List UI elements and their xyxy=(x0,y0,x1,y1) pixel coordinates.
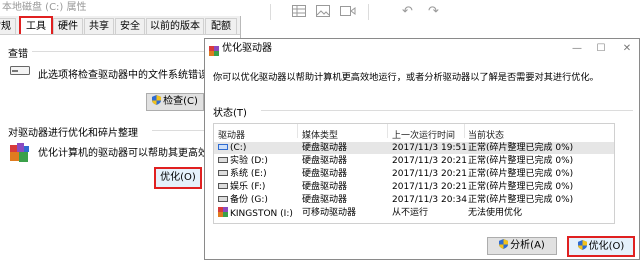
drive-name-text: (C:) xyxy=(230,143,247,153)
media-type: 硬盘驱动器 xyxy=(302,169,348,179)
last-run: 从不运行 xyxy=(392,208,429,218)
removable-drive-icon xyxy=(218,207,228,217)
last-run: 2017/11/3 20:21 xyxy=(392,182,467,192)
current-status: 无法使用优化 xyxy=(468,208,523,218)
tab-security[interactable]: 安全 xyxy=(115,18,145,34)
table-row[interactable]: 娱乐 (F:) 硬盘驱动器 2017/11/3 20:21 正常(碎片整理已完成… xyxy=(214,181,614,193)
video-icon[interactable] xyxy=(340,5,356,21)
column-header-last-run[interactable]: 上一次运行时间 xyxy=(392,128,455,141)
toolbar-divider xyxy=(270,4,271,20)
current-status: 正常(碎片整理已完成 0%) xyxy=(468,156,574,166)
last-run: 2017/11/3 19:51 xyxy=(392,143,467,153)
media-type: 硬盘驱动器 xyxy=(302,182,348,192)
table-row[interactable]: 备份 (G:) 硬盘驱动器 2017/11/3 20:34 正常(碎片整理已完成… xyxy=(214,194,614,206)
status-divider xyxy=(261,110,633,111)
last-run: 2017/11/3 20:21 xyxy=(392,169,467,179)
minimize-icon[interactable]: — xyxy=(569,42,585,56)
shield-icon xyxy=(152,95,162,105)
optimize-button[interactable]: 优化(O) xyxy=(567,236,635,257)
current-status: 正常(碎片整理已完成 0%) xyxy=(468,195,574,205)
tab-tools[interactable]: 工具 xyxy=(19,16,53,36)
media-type: 硬盘驱动器 xyxy=(302,156,348,166)
drive-name: 备份 (G:) xyxy=(218,194,268,206)
hard-drive-icon xyxy=(218,196,228,202)
check-description: 此选项将检查驱动器中的文件系统错误。 xyxy=(38,70,218,81)
check-button-label: 检查(C) xyxy=(163,96,198,107)
check-group-title: 查错 xyxy=(8,49,28,60)
column-separator xyxy=(387,124,388,138)
drive-name-text: 系统 (E:) xyxy=(230,169,267,179)
hard-drive-icon xyxy=(218,144,228,150)
hard-drive-icon xyxy=(218,183,228,189)
shield-icon xyxy=(577,240,587,250)
optimize-button-label: 优化(O) xyxy=(588,241,625,252)
drive-name: 实验 (D:) xyxy=(218,155,268,167)
drive-name: 娱乐 (F:) xyxy=(218,181,265,193)
optimize-group-title: 对驱动器进行优化和碎片整理 xyxy=(8,128,138,139)
drive-name: (C:) xyxy=(218,142,246,154)
hard-drive-icon xyxy=(218,170,228,176)
media-type: 可移动驱动器 xyxy=(302,208,357,218)
current-status: 正常(碎片整理已完成 0%) xyxy=(468,182,574,192)
redo-icon[interactable]: ↷ xyxy=(428,5,439,19)
column-separator xyxy=(464,124,465,138)
column-header-drive[interactable]: 驱动器 xyxy=(218,128,245,141)
toolbar-divider xyxy=(368,4,369,20)
properties-title: 本地磁盘 (C:) 属性 xyxy=(0,0,242,16)
last-run: 2017/11/3 20:21 xyxy=(392,156,467,166)
drive-name-text: KINGSTON (I:) xyxy=(230,209,293,219)
optimize-drives-window: 优化驱动器 — ☐ ✕ 你可以优化驱动器以帮助计算机更高效地运行，或者分析驱动器… xyxy=(204,38,640,260)
drive-name-text: 娱乐 (F:) xyxy=(230,182,266,192)
analyze-button-label: 分析(A) xyxy=(510,240,545,251)
optimize-description: 你可以优化驱动器以帮助计算机更高效地运行，或者分析驱动器以了解是否需要对其进行优… xyxy=(213,72,599,83)
drives-table: 驱动器 媒体类型 上一次运行时间 当前状态 (C:) 硬盘驱动器 2017/11… xyxy=(213,123,615,224)
close-icon[interactable]: ✕ xyxy=(619,42,635,56)
drive-name-text: 实验 (D:) xyxy=(230,156,268,166)
shield-icon xyxy=(499,239,509,249)
drive-name: 系统 (E:) xyxy=(218,168,267,180)
maximize-icon[interactable]: ☐ xyxy=(593,42,609,56)
table-icon[interactable] xyxy=(292,5,306,21)
tab-sharing[interactable]: 共享 xyxy=(84,18,114,34)
current-status: 正常(碎片整理已完成 0%) xyxy=(468,143,574,153)
drive-icon xyxy=(10,64,30,79)
optimize-window-titlebar: 优化驱动器 — ☐ ✕ xyxy=(205,39,639,59)
table-row[interactable]: (C:) 硬盘驱动器 2017/11/3 19:51 正常(碎片整理已完成 0%… xyxy=(214,142,614,154)
column-header-status[interactable]: 当前状态 xyxy=(468,128,504,141)
properties-tabs: 常规 工具 硬件 共享 安全 以前的版本 配额 xyxy=(0,16,240,36)
last-run: 2017/11/3 20:34 xyxy=(392,195,467,205)
analyze-button[interactable]: 分析(A) xyxy=(487,237,557,255)
status-label: 状态(T) xyxy=(213,108,247,119)
media-type: 硬盘驱动器 xyxy=(302,195,348,205)
drive-name: KINGSTON (I:) xyxy=(218,207,293,220)
optimize-drive-button[interactable]: 优化(O) xyxy=(154,167,202,189)
current-status: 正常(碎片整理已完成 0%) xyxy=(468,169,574,179)
image-icon[interactable] xyxy=(316,5,330,21)
drive-name-text: 备份 (G:) xyxy=(230,195,268,205)
check-button[interactable]: 检查(C) xyxy=(146,93,204,111)
table-row[interactable]: KINGSTON (I:) 可移动驱动器 从不运行 无法使用优化 xyxy=(214,207,614,219)
optimize-window-title: 优化驱动器 xyxy=(222,43,272,54)
column-separator xyxy=(297,124,298,138)
table-row[interactable]: 实验 (D:) 硬盘驱动器 2017/11/3 20:21 正常(碎片整理已完成… xyxy=(214,155,614,167)
tab-quota[interactable]: 配额 xyxy=(205,18,237,34)
background-toolbar: ↶ ↷ xyxy=(240,0,640,38)
hard-drive-icon xyxy=(218,157,228,163)
undo-icon[interactable]: ↶ xyxy=(402,5,413,19)
tab-previous-versions[interactable]: 以前的版本 xyxy=(146,18,204,34)
table-row[interactable]: 系统 (E:) 硬盘驱动器 2017/11/3 20:21 正常(碎片整理已完成… xyxy=(214,168,614,180)
tab-hardware[interactable]: 硬件 xyxy=(53,18,83,34)
media-type: 硬盘驱动器 xyxy=(302,143,348,153)
tab-general[interactable]: 常规 xyxy=(0,18,16,34)
defrag-icon xyxy=(10,143,30,166)
column-header-media-type[interactable]: 媒体类型 xyxy=(302,128,338,141)
optimize-window-icon xyxy=(209,44,219,64)
